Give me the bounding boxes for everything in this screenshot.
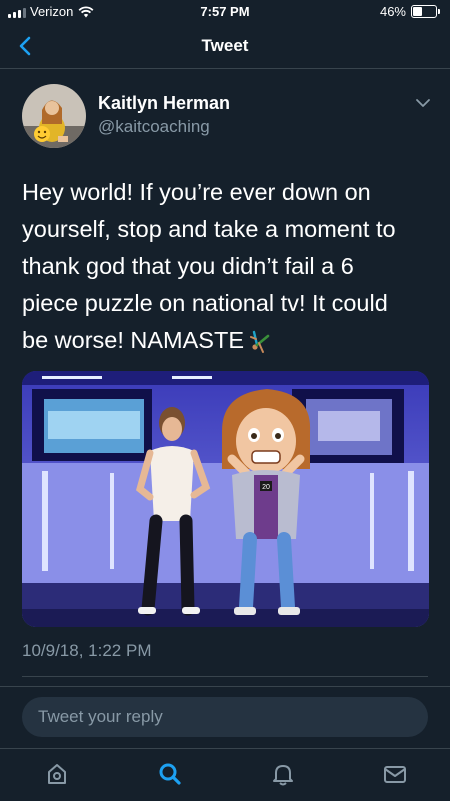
chevron-down-icon xyxy=(416,99,430,107)
battery-percent: 46% xyxy=(379,4,406,19)
battery-tip xyxy=(438,9,440,14)
tweet-text: Hey world! If you’re ever down on yourse… xyxy=(22,174,432,359)
cutout-shirt-number: 20 xyxy=(262,484,270,491)
tab-search[interactable] xyxy=(157,761,183,787)
tweet-text-line: thank god that you didn’t fail a 6 xyxy=(22,253,354,279)
tweet-text-line: piece puzzle on national tv! It could xyxy=(22,290,388,316)
tweet-timestamp: 10/9/18, 1:22 PM xyxy=(22,641,152,660)
tab-notifications[interactable] xyxy=(270,761,296,787)
avatar-photo xyxy=(22,84,86,148)
divider xyxy=(22,676,428,677)
status-right: 46% xyxy=(380,4,440,19)
more-options-button[interactable] xyxy=(414,94,432,112)
home-icon xyxy=(48,764,66,784)
status-bar: Verizon 7:57 PM 46% xyxy=(0,0,450,24)
tab-bar xyxy=(0,748,450,801)
notifications-icon xyxy=(273,765,293,786)
tweet-text-line: be worse! NAMASTE xyxy=(22,322,432,359)
page-title: Tweet xyxy=(201,36,249,55)
battery-fill xyxy=(413,7,422,16)
tab-messages[interactable] xyxy=(382,761,408,787)
person-doing-yoga-icon xyxy=(250,330,270,353)
author-name[interactable]: Kaitlyn Herman xyxy=(98,93,230,114)
reply-input[interactable] xyxy=(22,697,428,737)
messages-icon xyxy=(384,766,406,783)
avatar[interactable] xyxy=(22,84,86,148)
nav-bar: Tweet xyxy=(0,24,450,69)
tab-home[interactable] xyxy=(44,761,70,787)
tweet-photo: 20 xyxy=(22,371,429,627)
author-handle[interactable]: @kaitcoaching xyxy=(98,117,210,137)
tweet-text-line: yourself, stop and take a moment to xyxy=(22,216,396,242)
tweet-media-image[interactable]: 20 xyxy=(22,371,429,627)
tweet-text-line: Hey world! If you’re ever down on xyxy=(22,179,371,205)
search-icon xyxy=(159,763,181,785)
battery-icon xyxy=(411,5,437,18)
tweet-text-line-last: be worse! NAMASTE xyxy=(22,327,245,353)
